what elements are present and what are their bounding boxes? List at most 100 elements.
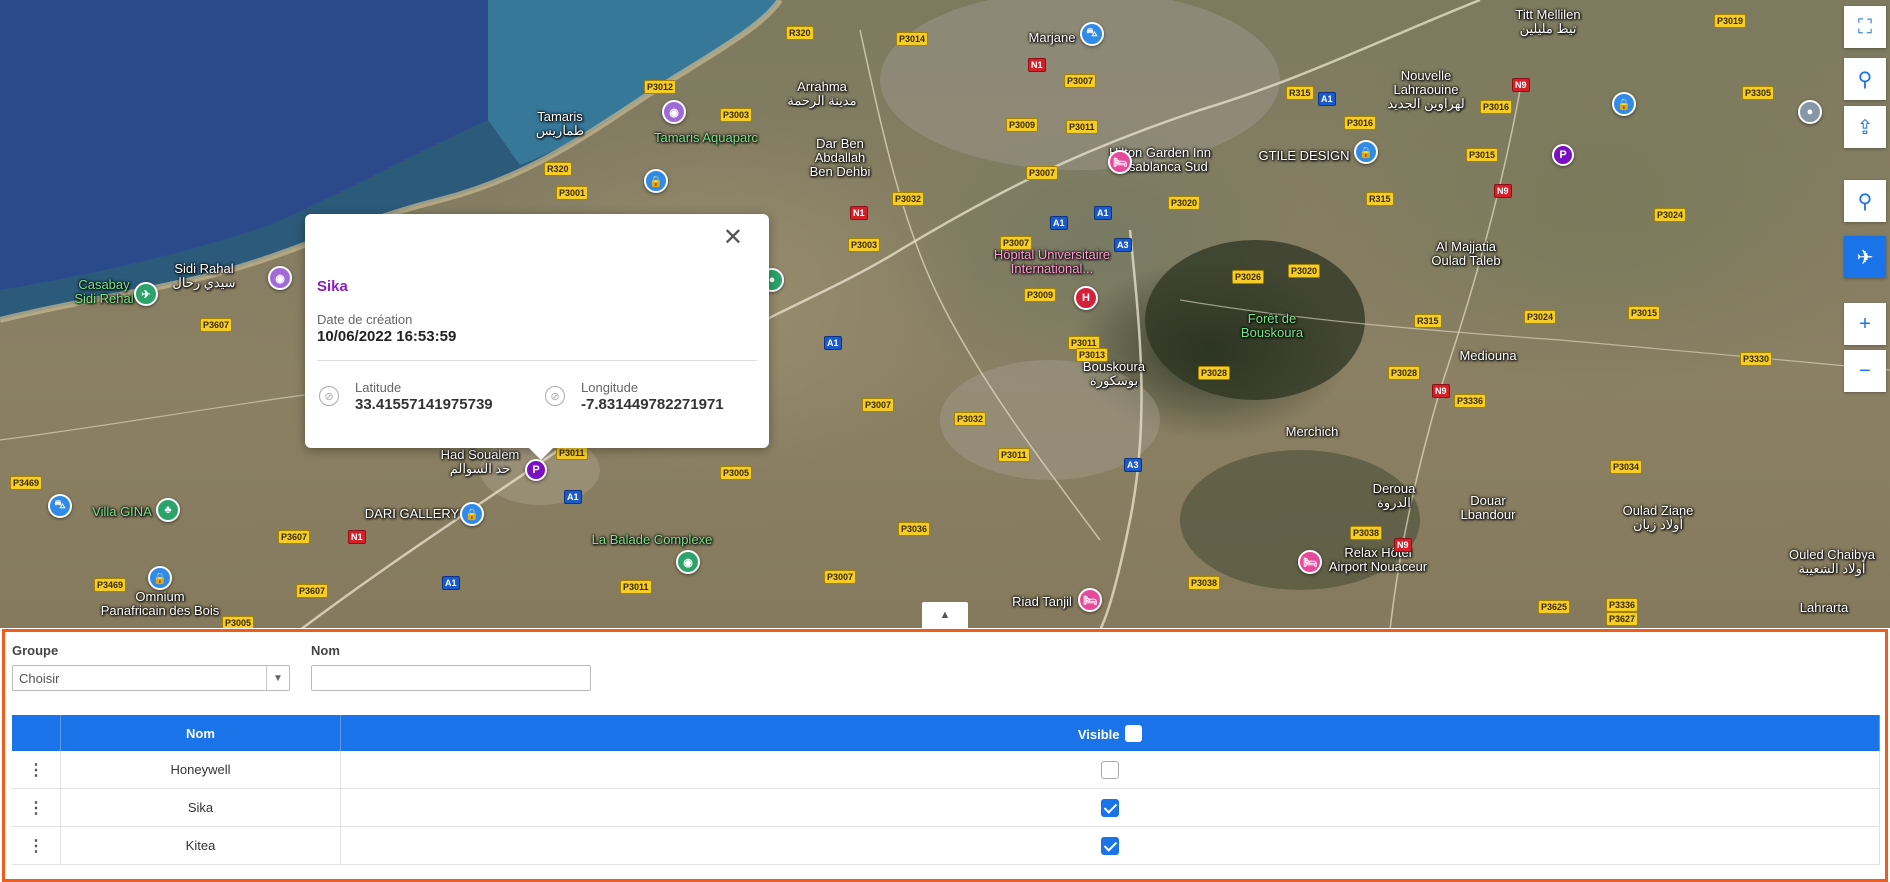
road-shield: P3607 <box>200 318 233 332</box>
road-shield: P3011 <box>998 448 1030 462</box>
map-view[interactable]: Marjane Arrahma مدينة الرحمة Tamaris طماريس T… <box>0 0 1890 628</box>
table-row[interactable]: ⋮ Kitea <box>12 826 1880 865</box>
poi-icon[interactable]: ⛍ <box>1080 22 1104 46</box>
road-shield: P3007 <box>824 570 857 584</box>
poi-icon[interactable]: H <box>1074 286 1098 310</box>
map-place-label: Bouskoura بوسكورة <box>1082 359 1146 388</box>
map-place-label: Tamaris طماريس <box>535 109 585 138</box>
poi-icon[interactable]: 🔒 <box>148 566 172 590</box>
road-shield: P3469 <box>94 578 127 592</box>
map-place-label: Titt Mellilen تيط مليلين <box>1515 7 1581 36</box>
fullscreen-icon: ⛶ <box>1858 15 1872 38</box>
fullscreen-button[interactable]: ⛶ <box>1844 6 1886 48</box>
road-shield: P3625 <box>1538 600 1571 614</box>
map-place-label: Deroua الدروة <box>1372 481 1416 510</box>
poi-icon[interactable]: ◉ <box>662 100 686 124</box>
row-visible-cell <box>340 788 1880 827</box>
poi-icon[interactable]: 🔒 <box>1612 92 1636 116</box>
road-shield: P3007 <box>1064 74 1097 88</box>
road-shield: P3019 <box>1714 14 1747 28</box>
latitude-label: Latitude <box>355 380 402 395</box>
marker-popup: ✕ Sika Date de création 10/06/2022 16:53… <box>305 214 769 460</box>
data-table: Nom Visible ⋮ Honeywell ⋮ Sika ⋮ Kitea <box>12 715 1880 865</box>
row-menu-icon[interactable]: ⋮ <box>12 826 61 865</box>
visible-checkbox[interactable] <box>1101 760 1119 779</box>
table-header-row: Nom Visible <box>12 715 1880 751</box>
groupe-select[interactable]: Choisir ▼ <box>12 665 290 691</box>
poi-icon[interactable]: 🛏 <box>1108 150 1132 174</box>
poi-icon[interactable]: ⛍ <box>48 494 72 518</box>
map-place-label: GTILE DESIGN <box>1258 148 1350 163</box>
collapse-panel-button[interactable]: ▲ <box>922 602 968 628</box>
poi-icon[interactable]: ◉ <box>268 266 292 290</box>
map-place-label: Sidi Rahal سيدي رحال <box>172 261 236 290</box>
zoom-in-icon: + <box>1859 312 1871 335</box>
road-shield: P3627 <box>1606 612 1639 626</box>
poi-icon[interactable]: ✈ <box>134 282 158 306</box>
chevron-down-icon[interactable]: ▼ <box>266 666 289 690</box>
visible-column-header: Visible <box>340 715 1880 751</box>
road-shield: P3014 <box>896 32 929 46</box>
poi-icon[interactable]: ◉ <box>676 550 700 574</box>
poi-icon[interactable]: ♣ <box>156 498 180 522</box>
road-shield: R315 <box>1286 86 1314 100</box>
parking-marker-icon[interactable]: P <box>1552 144 1574 166</box>
road-shield: N1 <box>1028 58 1046 72</box>
map-place-label: Relax Hôtel Airport Nouaceur <box>1328 545 1428 574</box>
map-place-label: Forêt de Bouskoura <box>1240 311 1304 340</box>
road-shield: P3007 <box>1026 166 1059 180</box>
road-shield: P3005 <box>222 616 255 628</box>
road-shield: P3034 <box>1610 460 1643 474</box>
upload-icon: ⇪ <box>1856 116 1874 139</box>
poi-icon[interactable]: 🔒 <box>460 502 484 526</box>
road-shield: N1 <box>850 206 868 220</box>
zoom-in-button[interactable]: + <box>1844 303 1886 345</box>
select-all-checkbox[interactable] <box>1125 724 1143 742</box>
map-place-label: Riad Tanjil <box>1012 594 1072 609</box>
map-place-label: Douar Lbandour <box>1460 493 1516 522</box>
road-shield: P3036 <box>898 522 931 536</box>
map-place-label: Omnium Panafricain des Bois <box>100 589 220 618</box>
close-icon[interactable]: ✕ <box>723 226 743 250</box>
poi-icon[interactable]: 🔒 <box>644 169 668 193</box>
creation-date-value: 10/06/2022 16:53:59 <box>317 328 457 345</box>
road-shield: P3038 <box>1350 526 1383 540</box>
road-shield: R320 <box>544 162 572 176</box>
zoom-out-button[interactable]: − <box>1844 350 1886 392</box>
table-row[interactable]: ⋮ Sika <box>12 788 1880 827</box>
road-shield: P3016 <box>1480 100 1513 114</box>
location-pin-icon: ⚲ <box>1857 68 1873 91</box>
map-place-label: Casabay Sidi Rehal <box>74 277 134 306</box>
satellite-button[interactable]: ✈ <box>1844 236 1886 278</box>
road-shield: A1 <box>1050 216 1068 230</box>
parking-marker-icon[interactable]: P <box>525 459 547 481</box>
road-shield: P3015 <box>1628 306 1661 320</box>
longitude-label: Longitude <box>581 380 639 395</box>
nom-input[interactable] <box>311 665 591 691</box>
groupe-label: Groupe <box>12 643 59 658</box>
layers-button[interactable]: ⚲ <box>1844 180 1886 222</box>
poi-icon[interactable]: 🛏 <box>1298 550 1322 574</box>
row-menu-icon[interactable]: ⋮ <box>12 751 61 789</box>
row-menu-icon[interactable]: ⋮ <box>12 788 61 827</box>
visible-checkbox[interactable] <box>1101 836 1119 855</box>
road-shield: P3038 <box>1188 576 1221 590</box>
table-row[interactable]: ⋮ Honeywell <box>12 751 1880 789</box>
poi-icon[interactable]: 🛏 <box>1078 588 1102 612</box>
road-shield: P3336 <box>1454 394 1487 408</box>
nom-column-header[interactable]: Nom <box>60 715 341 751</box>
poi-icon[interactable]: ● <box>1798 100 1822 124</box>
map-place-label: Had Soualem حد السوالم <box>440 447 520 476</box>
road-shield: A1 <box>824 336 842 350</box>
road-shield: P3013 <box>1076 348 1109 362</box>
popup-title: Sika <box>317 278 348 295</box>
chevron-up-icon: ▲ <box>939 609 951 621</box>
poi-icon[interactable]: 🔒 <box>1354 140 1378 164</box>
road-shield: R320 <box>786 26 814 40</box>
road-shield: P3001 <box>556 186 589 200</box>
location-button[interactable]: ⚲ <box>1844 58 1886 100</box>
visible-checkbox[interactable] <box>1101 798 1119 817</box>
map-place-label: Tamaris Aquaparc <box>653 130 759 145</box>
upload-button[interactable]: ⇪ <box>1844 106 1886 148</box>
map-place-label: Villa GINA <box>92 504 152 519</box>
